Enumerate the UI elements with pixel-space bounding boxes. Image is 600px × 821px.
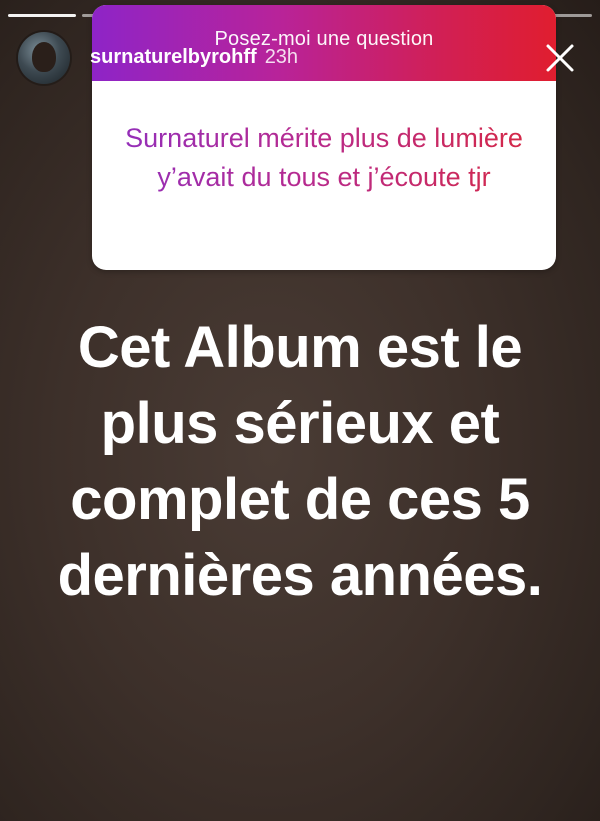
question-answer-text: Surnaturel mérite plus de lumière y’avai… (92, 81, 556, 197)
username[interactable]: surnaturelbyrohff (90, 46, 257, 69)
story-user-line: surnaturelbyrohff 23h (90, 46, 298, 69)
close-icon (546, 44, 574, 72)
story-header: surnaturelbyrohff 23h (18, 28, 586, 88)
story-main-text: Cet Album est le plus sérieux et complet… (57, 315, 543, 608)
avatar[interactable] (18, 32, 70, 84)
story-progress-segment (8, 14, 76, 17)
close-button[interactable] (542, 40, 578, 76)
timestamp: 23h (264, 46, 299, 68)
